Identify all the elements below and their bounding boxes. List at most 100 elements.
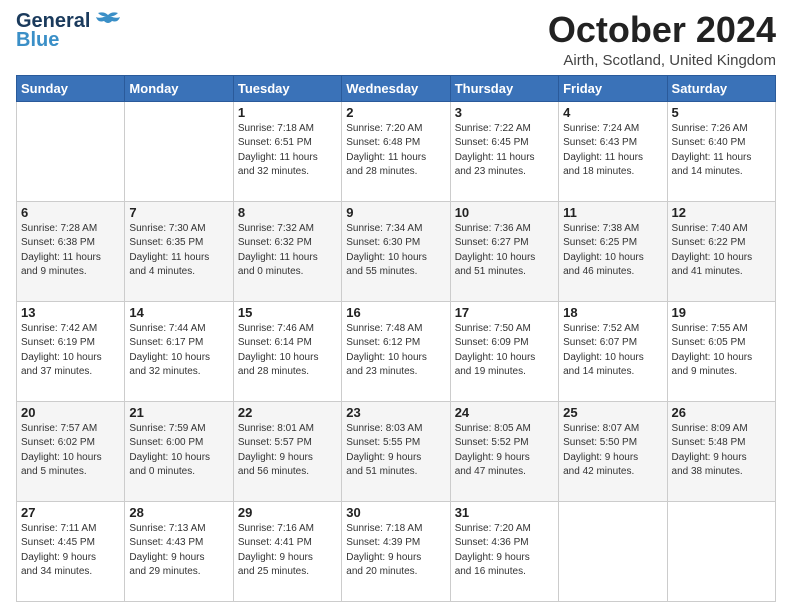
calendar-cell: 18Sunrise: 7:52 AM Sunset: 6:07 PM Dayli… [559, 301, 667, 401]
calendar-cell: 31 Sunrise: 7:20 AM Sunset: 4:36 PM Dayli… [450, 501, 558, 601]
weekday-header-tuesday: Tuesday [233, 75, 341, 101]
calendar-cell: 24Sunrise: 8:05 AM Sunset: 5:52 PM Dayli… [450, 401, 558, 501]
calendar-cell: 10 Sunrise: 7:36 AM Sunset: 6:27 PM Dayli… [450, 201, 558, 301]
day-info: Sunrise: 7:13 AM Sunset: 4:43 PM Dayligh… [129, 522, 228, 580]
day-number: 7 [129, 205, 228, 220]
day-number: 28 [129, 505, 228, 520]
calendar-cell: 12 Sunrise: 7:40 AM Sunset: 6:22 PM Dayli… [667, 201, 775, 301]
day-info: Sunrise: 7:59 AM Sunset: 6:00 PM Dayligh… [129, 422, 228, 480]
day-number: 9 [346, 205, 445, 220]
day-info: Sunrise: 7:42 AM Sunset: 6:19 PM Dayligh… [21, 322, 120, 380]
logo: General Blue [16, 10, 122, 52]
calendar-cell: 7 Sunrise: 7:30 AM Sunset: 6:35 PM Daylig… [125, 201, 233, 301]
day-number: 16 [346, 305, 445, 320]
calendar-cell [559, 501, 667, 601]
day-number: 12 [672, 205, 771, 220]
day-number: 21 [129, 405, 228, 420]
calendar-cell: 29 Sunrise: 7:16 AM Sunset: 4:41 PM Dayli… [233, 501, 341, 601]
calendar-cell: 4 Sunrise: 7:24 AM Sunset: 6:43 PM Daylig… [559, 101, 667, 201]
day-info: Sunrise: 7:32 AM Sunset: 6:32 PM Dayligh… [238, 222, 337, 280]
logo-bird-icon [94, 11, 122, 33]
calendar-cell: 28 Sunrise: 7:13 AM Sunset: 4:43 PM Dayli… [125, 501, 233, 601]
day-info: Sunrise: 7:18 AM Sunset: 6:51 PM Dayligh… [238, 122, 337, 180]
day-info: Sunrise: 7:30 AM Sunset: 6:35 PM Dayligh… [129, 222, 228, 280]
day-number: 1 [238, 105, 337, 120]
calendar-cell: 1 Sunrise: 7:18 AM Sunset: 6:51 PM Daylig… [233, 101, 341, 201]
header: General Blue October 2024 Airth, Scotlan… [16, 10, 776, 69]
calendar-cell: 22 Sunrise: 8:01 AM Sunset: 5:57 PM Dayli… [233, 401, 341, 501]
weekday-header-friday: Friday [559, 75, 667, 101]
calendar-cell [125, 101, 233, 201]
day-number: 11 [563, 205, 662, 220]
calendar-cell: 21 Sunrise: 7:59 AM Sunset: 6:00 PM Dayli… [125, 401, 233, 501]
calendar-cell: 19Sunrise: 7:55 AM Sunset: 6:05 PM Dayli… [667, 301, 775, 401]
day-number: 3 [455, 105, 554, 120]
day-info: Sunrise: 8:03 AM Sunset: 5:55 PM Dayligh… [346, 422, 445, 480]
weekday-header-sunday: Sunday [17, 75, 125, 101]
calendar-cell: 17 Sunrise: 7:50 AM Sunset: 6:09 PM Dayli… [450, 301, 558, 401]
day-info: Sunrise: 7:20 AM Sunset: 4:36 PM Dayligh… [455, 522, 554, 580]
day-info: Sunrise: 7:46 AM Sunset: 6:14 PM Dayligh… [238, 322, 337, 380]
calendar-cell [17, 101, 125, 201]
day-number: 2 [346, 105, 445, 120]
day-number: 5 [672, 105, 771, 120]
day-info: Sunrise: 8:07 AM Sunset: 5:50 PM Dayligh… [563, 422, 662, 480]
weekday-header-row: SundayMondayTuesdayWednesdayThursdayFrid… [17, 75, 776, 101]
weekday-header-monday: Monday [125, 75, 233, 101]
day-number: 27 [21, 505, 120, 520]
calendar-table: SundayMondayTuesdayWednesdayThursdayFrid… [16, 75, 776, 602]
week-row-4: 20Sunrise: 7:57 AM Sunset: 6:02 PM Dayli… [17, 401, 776, 501]
calendar-cell: 23 Sunrise: 8:03 AM Sunset: 5:55 PM Dayli… [342, 401, 450, 501]
calendar-cell: 11 Sunrise: 7:38 AM Sunset: 6:25 PM Dayli… [559, 201, 667, 301]
page: General Blue October 2024 Airth, Scotlan… [0, 0, 792, 612]
day-number: 29 [238, 505, 337, 520]
week-row-1: 1 Sunrise: 7:18 AM Sunset: 6:51 PM Daylig… [17, 101, 776, 201]
day-info: Sunrise: 7:40 AM Sunset: 6:22 PM Dayligh… [672, 222, 771, 280]
weekday-header-saturday: Saturday [667, 75, 775, 101]
weekday-header-thursday: Thursday [450, 75, 558, 101]
week-row-2: 6 Sunrise: 7:28 AM Sunset: 6:38 PM Daylig… [17, 201, 776, 301]
calendar-cell: 27Sunrise: 7:11 AM Sunset: 4:45 PM Dayli… [17, 501, 125, 601]
day-info: Sunrise: 7:55 AM Sunset: 6:05 PM Dayligh… [672, 322, 771, 380]
day-info: Sunrise: 7:34 AM Sunset: 6:30 PM Dayligh… [346, 222, 445, 280]
day-info: Sunrise: 7:38 AM Sunset: 6:25 PM Dayligh… [563, 222, 662, 280]
calendar-cell: 8Sunrise: 7:32 AM Sunset: 6:32 PM Daylig… [233, 201, 341, 301]
day-info: Sunrise: 7:28 AM Sunset: 6:38 PM Dayligh… [21, 222, 120, 280]
day-info: Sunrise: 8:01 AM Sunset: 5:57 PM Dayligh… [238, 422, 337, 480]
calendar-cell: 25 Sunrise: 8:07 AM Sunset: 5:50 PM Dayli… [559, 401, 667, 501]
day-number: 14 [129, 305, 228, 320]
week-row-5: 27Sunrise: 7:11 AM Sunset: 4:45 PM Dayli… [17, 501, 776, 601]
day-info: Sunrise: 7:16 AM Sunset: 4:41 PM Dayligh… [238, 522, 337, 580]
day-number: 31 [455, 505, 554, 520]
day-number: 10 [455, 205, 554, 220]
day-number: 23 [346, 405, 445, 420]
month-title: October 2024 [548, 10, 776, 50]
day-info: Sunrise: 7:18 AM Sunset: 4:39 PM Dayligh… [346, 522, 445, 580]
calendar-cell [667, 501, 775, 601]
day-number: 30 [346, 505, 445, 520]
day-info: Sunrise: 7:52 AM Sunset: 6:07 PM Dayligh… [563, 322, 662, 380]
day-info: Sunrise: 7:22 AM Sunset: 6:45 PM Dayligh… [455, 122, 554, 180]
day-info: Sunrise: 7:24 AM Sunset: 6:43 PM Dayligh… [563, 122, 662, 180]
day-info: Sunrise: 7:48 AM Sunset: 6:12 PM Dayligh… [346, 322, 445, 380]
day-info: Sunrise: 7:36 AM Sunset: 6:27 PM Dayligh… [455, 222, 554, 280]
day-info: Sunrise: 7:26 AM Sunset: 6:40 PM Dayligh… [672, 122, 771, 180]
calendar-cell: 14Sunrise: 7:44 AM Sunset: 6:17 PM Dayli… [125, 301, 233, 401]
calendar-cell: 9 Sunrise: 7:34 AM Sunset: 6:30 PM Daylig… [342, 201, 450, 301]
day-number: 22 [238, 405, 337, 420]
day-info: Sunrise: 7:20 AM Sunset: 6:48 PM Dayligh… [346, 122, 445, 180]
calendar-cell: 13Sunrise: 7:42 AM Sunset: 6:19 PM Dayli… [17, 301, 125, 401]
day-number: 6 [21, 205, 120, 220]
calendar-cell: 15Sunrise: 7:46 AM Sunset: 6:14 PM Dayli… [233, 301, 341, 401]
day-info: Sunrise: 7:50 AM Sunset: 6:09 PM Dayligh… [455, 322, 554, 380]
weekday-header-wednesday: Wednesday [342, 75, 450, 101]
day-number: 4 [563, 105, 662, 120]
calendar-cell: 30 Sunrise: 7:18 AM Sunset: 4:39 PM Dayli… [342, 501, 450, 601]
week-row-3: 13Sunrise: 7:42 AM Sunset: 6:19 PM Dayli… [17, 301, 776, 401]
day-info: Sunrise: 8:09 AM Sunset: 5:48 PM Dayligh… [672, 422, 771, 480]
day-number: 25 [563, 405, 662, 420]
day-number: 17 [455, 305, 554, 320]
day-info: Sunrise: 7:57 AM Sunset: 6:02 PM Dayligh… [21, 422, 120, 480]
location: Airth, Scotland, United Kingdom [548, 52, 776, 69]
day-number: 24 [455, 405, 554, 420]
